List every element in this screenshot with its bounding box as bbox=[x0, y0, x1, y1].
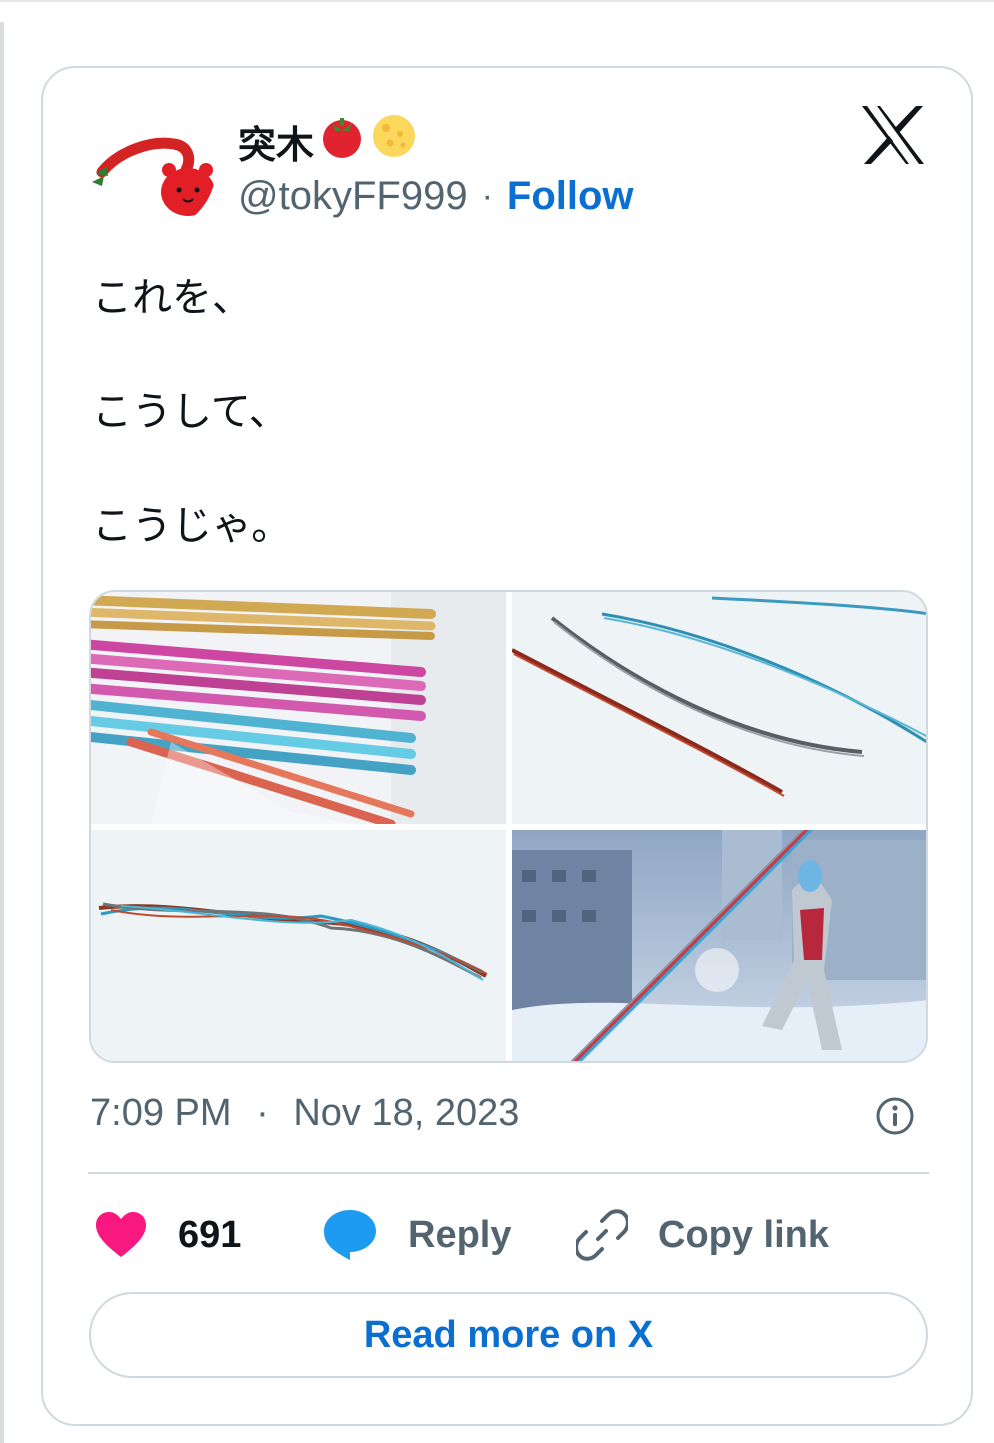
colored-foil-straws-photo[interactable] bbox=[91, 592, 506, 824]
handle-row: @tokyFF999 · Follow bbox=[238, 174, 634, 219]
avatar[interactable] bbox=[88, 104, 216, 232]
link-icon bbox=[576, 1209, 628, 1261]
read-more-button[interactable]: Read more on X bbox=[89, 1292, 928, 1378]
copy-link-button[interactable]: Copy link bbox=[576, 1200, 829, 1270]
tweet-line: これを、 bbox=[92, 276, 252, 320]
hero-with-wire-spear-illustration[interactable] bbox=[512, 830, 926, 1061]
follow-button[interactable]: Follow bbox=[507, 174, 634, 219]
tweet-line: こうして、 bbox=[92, 390, 289, 434]
x-logo-icon[interactable] bbox=[860, 104, 926, 166]
reply-bubble-icon bbox=[324, 1210, 376, 1260]
top-divider bbox=[0, 0, 994, 2]
like-count: 691 bbox=[178, 1213, 242, 1256]
author-display-name[interactable]: 突木 bbox=[238, 114, 314, 169]
cheese-emoji-icon bbox=[370, 112, 418, 170]
copy-link-label: Copy link bbox=[658, 1213, 830, 1256]
twisted-wires-photo[interactable] bbox=[512, 592, 926, 824]
tomato-emoji-icon bbox=[318, 112, 366, 170]
tweet-text: これを、 こうして、 こうじゃ。 bbox=[92, 270, 291, 612]
braided-wire-strand-photo[interactable] bbox=[91, 830, 506, 1061]
timestamp-row[interactable]: 7:09 PM · Nov 18, 2023 bbox=[90, 1092, 519, 1135]
left-border bbox=[0, 22, 4, 1443]
heart-icon bbox=[96, 1212, 146, 1257]
tweet-time: 7:09 PM bbox=[90, 1092, 232, 1134]
separator-dot: · bbox=[256, 1092, 269, 1134]
separator-dot: · bbox=[481, 177, 493, 215]
media-grid[interactable] bbox=[89, 590, 928, 1063]
author-handle[interactable]: @tokyFF999 bbox=[238, 174, 468, 219]
like-button[interactable]: 691 bbox=[94, 1200, 241, 1270]
author-name-row[interactable]: 突木 bbox=[238, 112, 418, 170]
read-more-label: Read more on X bbox=[363, 1313, 654, 1356]
reply-label: Reply bbox=[408, 1213, 512, 1256]
action-bar: 691 Reply Copy link bbox=[90, 1200, 930, 1270]
divider bbox=[88, 1172, 929, 1174]
info-icon[interactable] bbox=[875, 1096, 915, 1136]
reply-button[interactable]: Reply bbox=[322, 1200, 511, 1270]
tweet-date: Nov 18, 2023 bbox=[293, 1092, 520, 1134]
tweet-line: こうじゃ。 bbox=[92, 504, 292, 548]
